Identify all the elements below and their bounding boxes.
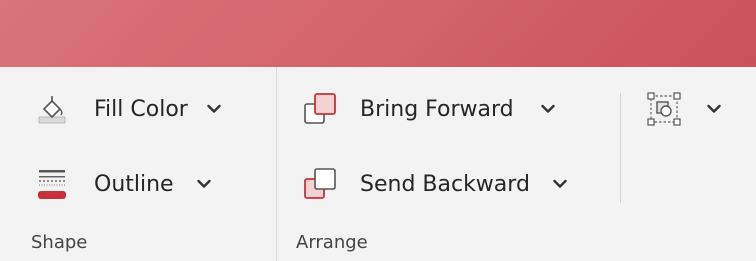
selection-pane-icon [646,91,682,127]
command-separator [620,93,621,203]
outline-label: Outline [94,171,174,197]
bring-forward-label: Bring Forward [360,96,514,122]
send-backward-button[interactable]: Send Backward [302,164,570,204]
bring-forward-icon [302,91,338,127]
outline-button[interactable]: Outline [34,164,214,204]
fill-color-chevron-down-icon[interactable] [204,99,224,119]
shape-group-label: Shape [31,232,88,253]
fill-color-button[interactable]: Fill Color [34,89,224,129]
shape-outline-icon [34,166,70,202]
send-backward-chevron-down-icon[interactable] [550,174,570,194]
bring-forward-button[interactable]: Bring Forward [302,89,558,129]
selection-pane-chevron-down-icon[interactable] [704,99,724,119]
selection-pane-button[interactable] [646,89,724,129]
paint-bucket-icon [34,91,70,127]
fill-color-label: Fill Color [94,96,188,122]
send-backward-icon [302,166,338,202]
send-backward-label: Send Backward [360,171,530,197]
group-divider [276,67,277,261]
title-bar [0,0,756,67]
arrange-group-label: Arrange [296,232,368,253]
bring-forward-chevron-down-icon[interactable] [538,99,558,119]
outline-chevron-down-icon[interactable] [194,174,214,194]
